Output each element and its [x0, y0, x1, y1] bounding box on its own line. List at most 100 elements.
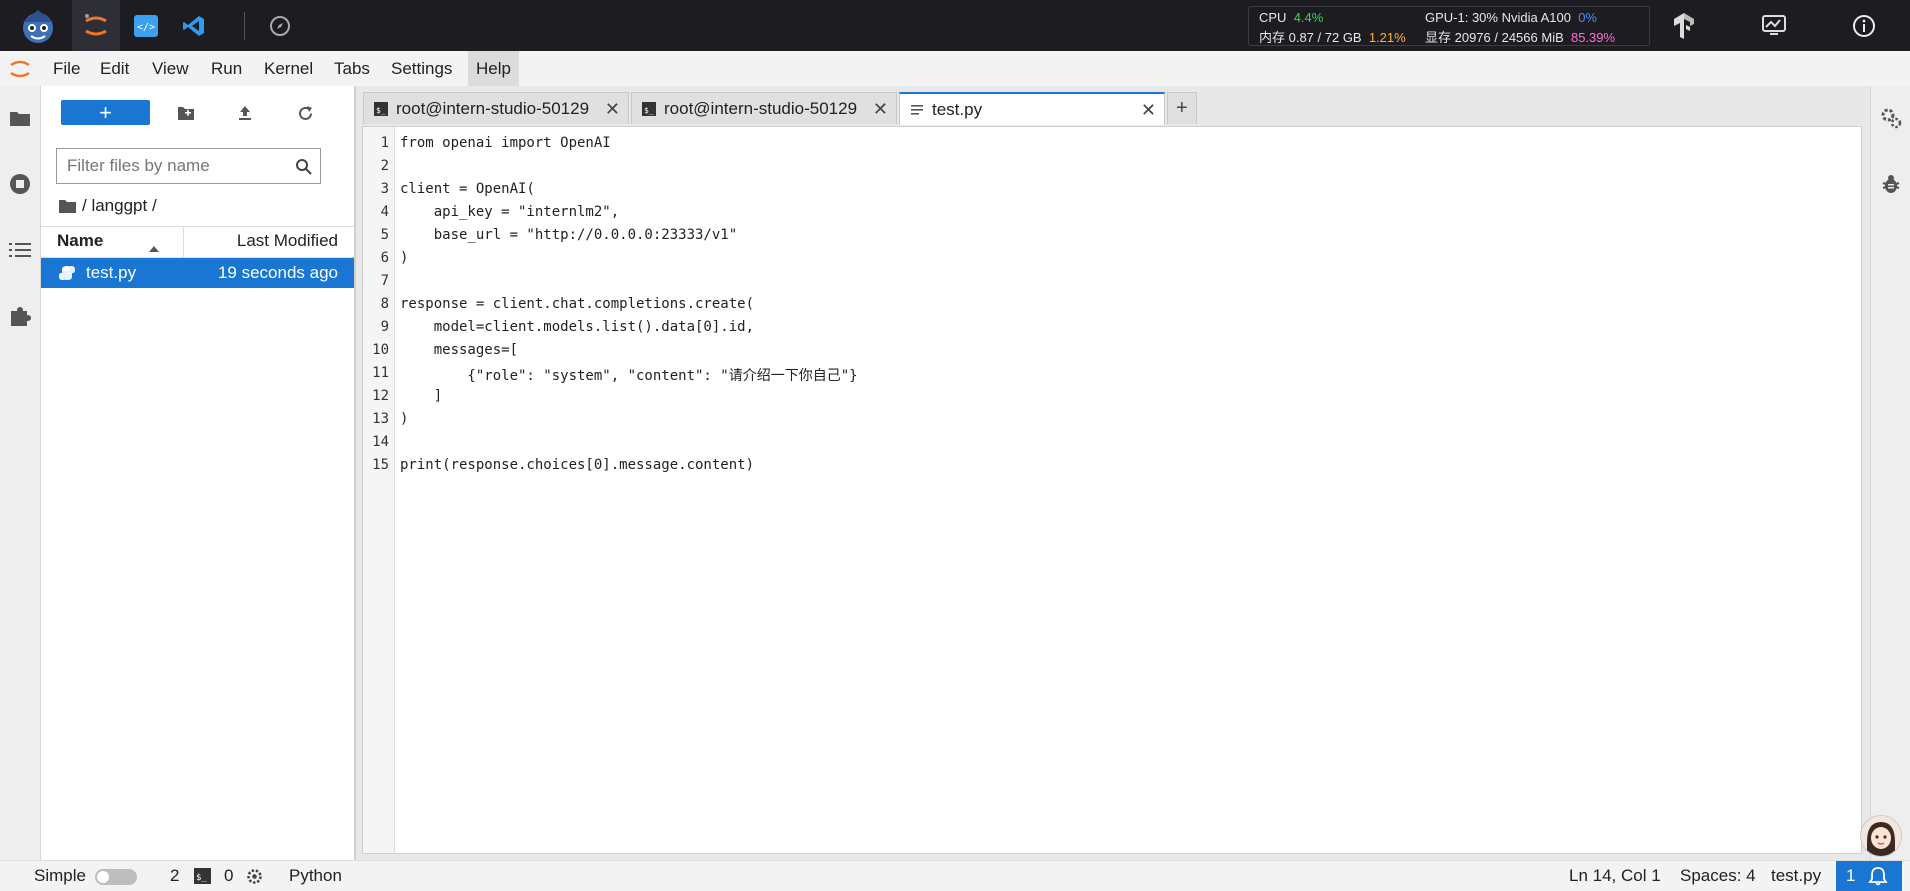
filter-files-input[interactable]: Filter files by name — [56, 148, 321, 184]
code-server-icon[interactable]: </> — [128, 0, 164, 51]
menu-help[interactable]: Help — [468, 51, 519, 86]
text-file-icon — [911, 104, 923, 115]
kernel-count[interactable]: 2 — [170, 861, 179, 891]
table-of-contents-icon[interactable] — [0, 230, 40, 270]
toolbar-divider — [244, 12, 245, 40]
tab-label: root@intern-studio-50129 — [396, 98, 590, 118]
cursor-position[interactable]: Ln 14, Col 1 — [1569, 861, 1661, 891]
assistant-avatar[interactable] — [1860, 815, 1902, 857]
left-activity-bar — [0, 86, 41, 860]
kernel-language[interactable]: Python — [289, 861, 342, 891]
monitor-icon[interactable] — [1756, 0, 1792, 51]
code-line: client = OpenAI( — [400, 181, 535, 197]
menu-edit[interactable]: Edit — [92, 51, 137, 86]
resource-metrics-panel: CPU 4.4% 内存 0.87 / 72 GB 1.21% GPU-1: 30… — [1248, 6, 1650, 46]
code-editor[interactable]: 1 2 3 4 5 6 7 8 9 10 11 12 13 14 15 from… — [362, 126, 1862, 854]
compass-icon[interactable] — [262, 0, 298, 51]
simple-mode-label: Simple — [34, 866, 86, 885]
code-line: ) — [400, 411, 409, 427]
property-inspector-gears-icon[interactable] — [1871, 98, 1910, 138]
tab-label: test.py — [932, 99, 983, 119]
menu-kernel[interactable]: Kernel — [256, 51, 321, 86]
file-browser-folder-icon[interactable] — [0, 98, 40, 138]
line-number: 3 — [380, 181, 389, 197]
indentation-setting[interactable]: Spaces: 4 — [1680, 861, 1756, 891]
info-icon[interactable] — [1846, 0, 1882, 51]
breadcrumb-path[interactable]: / langgpt / — [82, 196, 157, 216]
vram-metric: 显存 20976 / 24566 MiB 85.39% — [1425, 30, 1616, 45]
code-line: {"role": "system", "content": "请介绍一下你自己"… — [400, 368, 858, 384]
file-list-header: Name Last Modified — [41, 226, 354, 258]
line-number: 1 — [380, 135, 389, 151]
notification-count: 1 — [1846, 866, 1856, 885]
file-name: test.py — [86, 263, 137, 282]
column-divider — [183, 227, 184, 257]
terminal-count[interactable]: 0 — [224, 861, 233, 891]
right-sidebar — [1870, 86, 1910, 860]
close-tab-icon[interactable]: ✕ — [1141, 100, 1156, 121]
code-line: print(response.choices[0].message.conten… — [400, 457, 755, 473]
code-line: model=client.models.list().data[0].id, — [400, 319, 755, 335]
line-number: 7 — [380, 273, 389, 289]
close-tab-icon[interactable]: ✕ — [873, 99, 888, 120]
svg-text:$_: $_ — [196, 873, 207, 883]
code-line: api_key = "internlm2", — [400, 204, 620, 220]
tab-test-py[interactable]: test.py ✕ — [899, 92, 1165, 125]
vscode-icon[interactable] — [176, 0, 212, 51]
refresh-icon[interactable] — [290, 100, 320, 126]
search-icon — [295, 158, 312, 180]
toggle-knob — [97, 871, 109, 883]
jupyter-icon[interactable] — [72, 0, 120, 51]
file-list-item[interactable]: test.py 19 seconds ago — [41, 258, 354, 288]
tensorflow-icon[interactable] — [1666, 0, 1702, 51]
notifications-button[interactable]: 1 — [1836, 861, 1902, 891]
tab-label: root@intern-studio-50129 — [664, 98, 858, 118]
line-number-gutter: 1 2 3 4 5 6 7 8 9 10 11 12 13 14 15 — [363, 127, 395, 853]
studio-logo-icon[interactable] — [8, 0, 68, 51]
kernel-status-gear-icon[interactable] — [246, 868, 263, 890]
svg-text:$_: $_ — [644, 106, 654, 115]
debugger-bug-icon[interactable] — [1871, 164, 1910, 204]
menu-tabs[interactable]: Tabs — [326, 51, 378, 86]
svg-text:$_: $_ — [376, 106, 386, 115]
line-number: 10 — [372, 342, 389, 358]
terminal-icon: $_ — [374, 101, 388, 116]
line-number: 12 — [372, 388, 389, 404]
upload-icon[interactable] — [230, 100, 260, 126]
bell-icon — [1868, 867, 1888, 886]
menu-run[interactable]: Run — [203, 51, 250, 86]
python-file-icon — [59, 265, 75, 286]
menu-bar: File Edit View Run Kernel Tabs Settings … — [0, 51, 1910, 87]
menu-view[interactable]: View — [144, 51, 197, 86]
close-tab-icon[interactable]: ✕ — [605, 99, 620, 120]
code-line: response = client.chat.completions.creat… — [400, 296, 755, 312]
simple-mode-toggle[interactable] — [95, 869, 137, 885]
sort-ascending-icon — [148, 238, 160, 258]
tab-terminal-2[interactable]: $_ root@intern-studio-50129 ✕ — [631, 92, 897, 124]
memory-metric: 内存 0.87 / 72 GB 1.21% — [1259, 30, 1406, 45]
file-browser-panel: + Filter files by name / langgpt / Name … — [41, 86, 356, 860]
terminal-icon[interactable]: $_ — [194, 868, 211, 889]
main-dock-area: $_ root@intern-studio-50129 ✕ $_ root@in… — [356, 86, 1870, 860]
menu-settings[interactable]: Settings — [383, 51, 460, 86]
new-launcher-button[interactable]: + — [61, 100, 150, 125]
running-kernels-stop-icon[interactable] — [0, 164, 40, 204]
cpu-metric: CPU 4.4% — [1259, 10, 1324, 25]
column-header-name[interactable]: Name — [57, 231, 103, 251]
code-line: from openai import OpenAI — [400, 135, 611, 151]
column-header-last-modified[interactable]: Last Modified — [237, 231, 338, 251]
line-number: 14 — [372, 434, 389, 450]
current-file-name[interactable]: test.py — [1771, 861, 1821, 891]
add-tab-button[interactable]: + — [1167, 92, 1197, 124]
breadcrumb: / langgpt / — [59, 196, 157, 216]
extensions-puzzle-icon[interactable] — [0, 296, 40, 336]
code-line: messages=[ — [400, 342, 519, 358]
new-folder-icon[interactable] — [171, 100, 201, 126]
line-number: 13 — [372, 411, 389, 427]
tab-terminal-1[interactable]: $_ root@intern-studio-50129 ✕ — [363, 92, 629, 124]
menu-file[interactable]: File — [45, 51, 88, 86]
folder-icon[interactable] — [59, 199, 76, 213]
svg-text:</>: </> — [137, 22, 155, 33]
line-number: 6 — [380, 250, 389, 266]
line-number: 11 — [372, 365, 389, 381]
